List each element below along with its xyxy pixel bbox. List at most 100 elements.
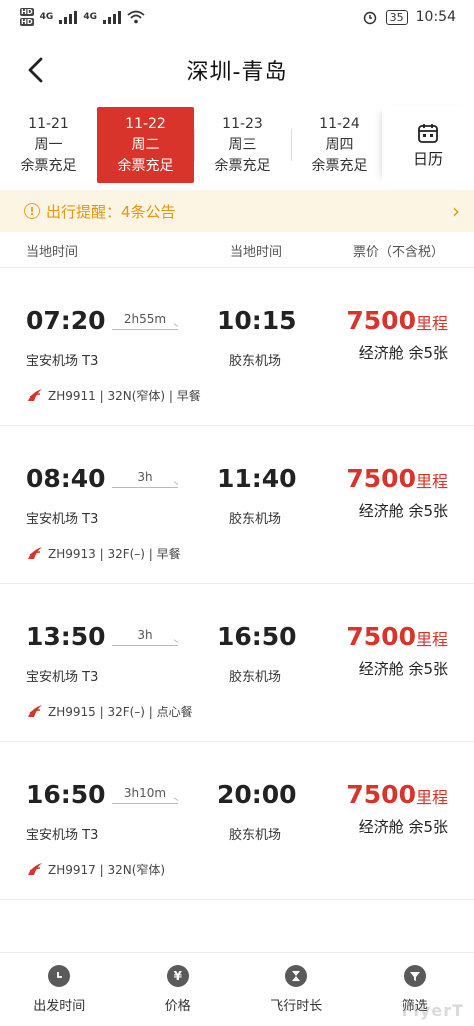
dep-time-header: 当地时间 <box>26 245 79 260</box>
departure-airport: 宝安机场 T3 <box>26 512 99 527</box>
departure-airport: 宝安机场 T3 <box>26 354 99 369</box>
airline-logo-icon <box>28 863 42 875</box>
alarm-icon <box>363 11 376 25</box>
page-title: 深圳-青岛 <box>186 60 288 85</box>
filter-icon <box>403 965 426 987</box>
arrival-airport: 胶东机场 <box>229 828 282 843</box>
departure-time: 16:50 <box>26 780 106 809</box>
price-value: 7500 <box>346 306 416 335</box>
ticket-status: 余票充足 <box>311 157 368 174</box>
price: 7500 里程 <box>346 306 448 335</box>
flight-row[interactable]: 08:40 3h 11:40 宝安机场 T3 胶东机场 7500 里程 经济舱 … <box>0 426 474 584</box>
flight-details: ZH9913 | 32F(–) | 早餐 <box>48 546 181 561</box>
hourglass-icon <box>285 965 308 987</box>
cabin-availability: 经济舱 余5张 <box>358 818 448 836</box>
watermark: FlyerT <box>401 1001 464 1020</box>
price-value: 7500 <box>346 780 416 809</box>
flight-info: ZH9911 | 32N(窄体) | 早餐 <box>26 386 201 404</box>
status-right: 35 10:54 <box>362 9 456 25</box>
duration-arrow <box>112 329 178 330</box>
price: 7500 里程 <box>346 780 448 809</box>
arrival-time: 20:00 <box>217 780 297 809</box>
travel-notice[interactable]: ! 出行提醒：4条公告 › <box>0 190 474 232</box>
flight-details: ZH9915 | 32F(–) | 点心餐 <box>48 704 193 719</box>
arrival-time: 16:50 <box>217 622 297 651</box>
price: 7500 里程 <box>346 622 448 651</box>
header: 深圳-青岛 <box>0 42 474 98</box>
weekday-label: 周一 <box>34 136 63 153</box>
airline-logo-icon <box>28 705 42 717</box>
hd-badge: HD HD <box>20 8 34 26</box>
price-header: 票价（不含税） <box>352 245 444 260</box>
price: 7500 里程 <box>346 464 448 493</box>
flight-info: ZH9917 | 32N(窄体) <box>26 860 165 878</box>
sort-filter-bar: 出发时间 ¥ 价格 飞行时长 筛选 FlyerT <box>0 952 474 1026</box>
flight-list: 07:20 2h55m 10:15 宝安机场 T3 胶东机场 7500 里程 经… <box>0 268 474 900</box>
clock-time: 10:54 <box>415 9 456 25</box>
flight-duration: 3h <box>137 628 153 642</box>
yen-icon: ¥ <box>166 965 189 987</box>
duration-arrow <box>112 645 178 646</box>
ticket-status: 余票充足 <box>214 157 271 174</box>
price-unit: 里程 <box>415 788 448 807</box>
date-selector: 11-21 周一 余票充足 11-22 周二 余票充足 11-23 周三 余票充… <box>0 106 474 184</box>
network-label-1: 4G <box>39 12 54 22</box>
price-unit: 里程 <box>415 314 448 333</box>
date-label: 11-21 <box>28 115 69 132</box>
price-value: 7500 <box>346 464 416 493</box>
tab-flight-duration[interactable]: 飞行时长 <box>237 953 356 1026</box>
date-tab-1122[interactable]: 11-22 周二 余票充足 <box>97 107 194 183</box>
flight-duration: 2h55m <box>123 312 167 326</box>
clock-icon <box>48 965 71 987</box>
back-icon[interactable] <box>22 56 50 84</box>
weekday-label: 周二 <box>131 136 160 153</box>
divider <box>291 129 292 161</box>
battery-icon: 35 <box>385 9 408 25</box>
duration-arrow <box>112 487 178 488</box>
date-label: 11-22 <box>125 115 166 132</box>
flight-row[interactable]: 07:20 2h55m 10:15 宝安机场 T3 胶东机场 7500 里程 经… <box>0 268 474 426</box>
flight-row[interactable]: 16:50 3h10m 20:00 宝安机场 T3 胶东机场 7500 里程 经… <box>0 742 474 900</box>
status-bar: HD HD 4G 4G 35 10:54 <box>0 0 474 34</box>
wifi-icon <box>127 10 145 24</box>
flight-row[interactable]: 13:50 3h 16:50 宝安机场 T3 胶东机场 7500 里程 经济舱 … <box>0 584 474 742</box>
date-label: 11-23 <box>222 115 263 132</box>
tab-departure-time[interactable]: 出发时间 <box>0 953 119 1026</box>
departure-time: 13:50 <box>26 622 106 651</box>
divider <box>194 129 195 161</box>
flight-duration: 3h10m <box>123 786 167 800</box>
price-unit: 里程 <box>415 630 448 649</box>
date-tab-1124[interactable]: 11-24 周四 余票充足 <box>291 107 388 183</box>
arrival-airport: 胶东机场 <box>229 354 282 369</box>
arrival-time: 10:15 <box>217 306 297 335</box>
flight-details: ZH9911 | 32N(窄体) | 早餐 <box>48 388 201 403</box>
date-tab-1121[interactable]: 11-21 周一 余票充足 <box>0 107 97 183</box>
price-unit: 里程 <box>415 472 448 491</box>
date-label: 11-24 <box>319 115 360 132</box>
ticket-status: 余票充足 <box>117 157 174 174</box>
arr-time-header: 当地时间 <box>230 245 283 260</box>
tab-label: 飞行时长 <box>270 999 323 1014</box>
signal-icon-2 <box>102 10 121 24</box>
tab-price[interactable]: ¥ 价格 <box>119 953 238 1026</box>
flight-details: ZH9917 | 32N(窄体) <box>48 862 166 877</box>
duration-arrow <box>112 803 178 804</box>
arrival-airport: 胶东机场 <box>229 670 282 685</box>
network-label-2: 4G <box>83 12 97 22</box>
flight-info: ZH9913 | 32F(–) | 早餐 <box>26 544 181 562</box>
date-tab-1123[interactable]: 11-23 周三 余票充足 <box>194 107 291 183</box>
calendar-button[interactable]: 日历 <box>382 106 474 184</box>
notice-text: 出行提醒：4条公告 <box>46 202 176 221</box>
ticket-status: 余票充足 <box>20 157 77 174</box>
chevron-right-icon: › <box>452 199 460 223</box>
flight-info: ZH9915 | 32F(–) | 点心餐 <box>26 702 193 720</box>
airline-logo-icon <box>28 547 42 559</box>
column-header: 当地时间 当地时间 票价（不含税） <box>0 234 474 268</box>
tab-label: 出发时间 <box>33 999 86 1014</box>
weekday-label: 周四 <box>325 136 354 153</box>
airline-logo-icon <box>28 389 42 401</box>
arrival-time: 11:40 <box>217 464 297 493</box>
arrival-airport: 胶东机场 <box>229 512 282 527</box>
cabin-availability: 经济舱 余5张 <box>358 502 448 520</box>
calendar-label: 日历 <box>412 149 443 168</box>
